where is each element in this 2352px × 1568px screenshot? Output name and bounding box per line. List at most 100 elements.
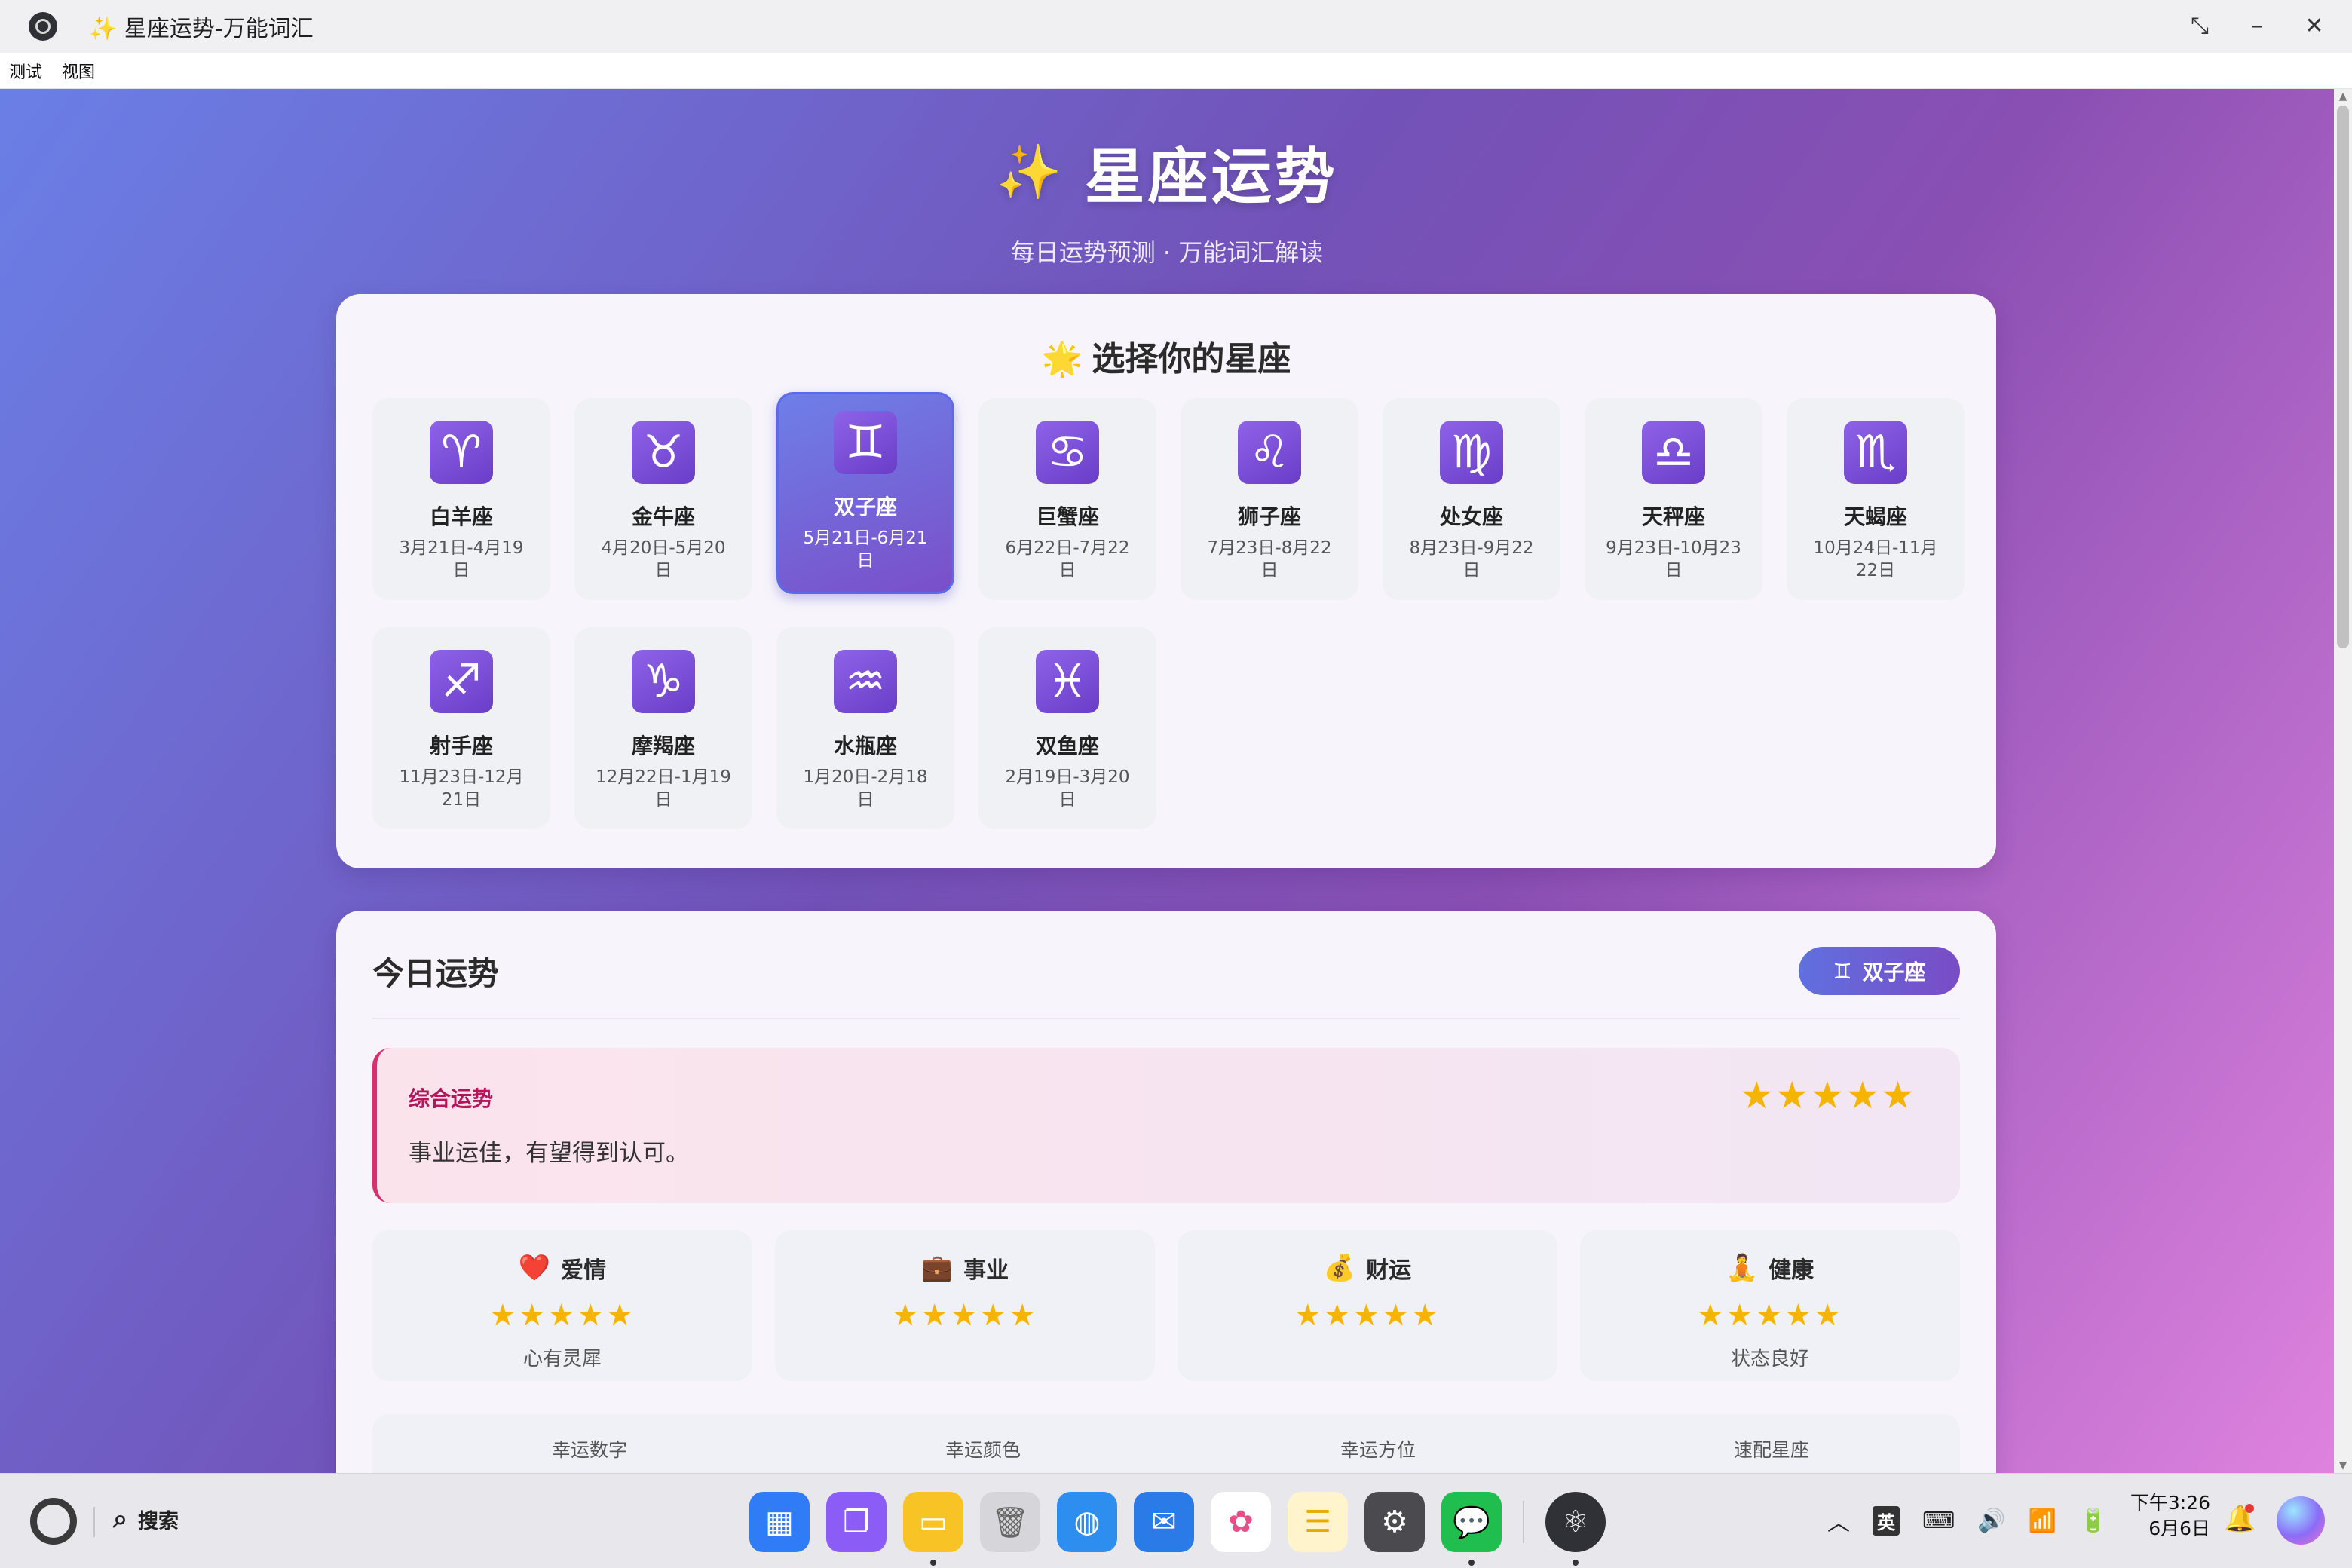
fortune-card: 今日运势 ♊ 双子座 综合运势 事业运佳，有望得到认可。 ★★★★★ ❤️ 爱情 ★… — [336, 911, 1996, 1473]
taskbar-search-label: 搜索 — [138, 1509, 179, 1533]
sign-dates: 10月24日-11月22日 — [1813, 538, 1938, 580]
sign-name: 双子座 — [833, 495, 897, 519]
aspect-star-rating: ★★★★★ — [1696, 1298, 1844, 1333]
aspect-title: ❤️ 爱情 — [372, 1251, 752, 1285]
app-launcher-icon[interactable]: ▦ — [749, 1492, 810, 1552]
sign-dates: 2月19日-3月20日 — [1005, 767, 1130, 810]
sign-dates: 5月21日-6月21日 — [803, 528, 928, 571]
taskbar-search[interactable]: ⌕ 搜索 — [113, 1504, 179, 1534]
clock[interactable]: 下午3:26 6月6日 — [2126, 1490, 2210, 1542]
menu-test[interactable]: 测试 — [9, 59, 42, 83]
lucky-direction-label: 幸运方位 — [1340, 1439, 1416, 1461]
overall-fortune: 综合运势 事业运佳，有望得到认可。 ★★★★★ — [372, 1048, 1960, 1203]
sign-name: 摩羯座 — [631, 733, 695, 758]
zodiac-symbol-icon: ♋ — [1036, 421, 1099, 484]
minimize-icon[interactable]: – — [2246, 15, 2268, 38]
sign-tile[interactable]: ♐ 射手座 11月23日-12月21日 — [372, 627, 550, 829]
sign-dates: 6月22日-7月22日 — [1005, 538, 1130, 580]
aspect-name: 健康 — [1769, 1257, 1815, 1284]
file-manager-icon[interactable]: ▭ — [903, 1492, 963, 1566]
taskbar: ⌕ 搜索 ▦ ❐ ▭ 🗑 ◍ ✉ ✿ ☰ ⚙ 💬 ⚛ ︿ 英 ⌨ 🔊 📶 🔋 下… — [0, 1473, 2352, 1568]
sign-tile[interactable]: ♒ 水瓶座 1月20日-2月18日 — [776, 627, 954, 829]
lucky-color-label: 幸运颜色 — [945, 1439, 1021, 1461]
overall-fortune-label: 综合运势 — [409, 1086, 494, 1111]
lucky-row: 幸运数字 幸运颜色 幸运方位 速配星座 — [372, 1414, 1960, 1473]
sign-tile[interactable]: ♏ 天蝎座 10月24日-11月22日 — [1787, 398, 1965, 600]
sign-name: 射手座 — [429, 733, 493, 758]
electron-app-icon[interactable]: ⚛ — [1545, 1492, 1606, 1566]
sign-tile[interactable]: ♉ 金牛座 4月20日-5月20日 — [574, 398, 752, 600]
close-icon[interactable]: ✕ — [2304, 15, 2325, 38]
divider — [372, 1018, 1960, 1019]
sign-tile[interactable]: ♍ 处女座 8月23日-9月22日 — [1383, 398, 1560, 600]
zodiac-symbol-icon: ♊ — [834, 411, 897, 474]
sign-name: 双鱼座 — [1035, 733, 1099, 758]
sign-tile[interactable]: ♋ 巨蟹座 6月22日-7月22日 — [978, 398, 1156, 600]
assistant-icon[interactable] — [2277, 1496, 2325, 1545]
aspect-star-rating: ★★★★★ — [488, 1298, 636, 1333]
clock-time: 下午3:26 — [2130, 1492, 2210, 1514]
aspect-emoji-icon: ❤️ — [518, 1253, 551, 1283]
aspect-card: 🧘 健康 ★★★★★ 状态良好 — [1580, 1230, 1960, 1381]
wifi-icon[interactable]: 📶 — [2029, 1508, 2056, 1534]
scrollbar[interactable]: ▲ ▼ — [2334, 89, 2352, 1473]
lucky-match: 速配星座 — [1658, 1435, 1885, 1462]
sign-tile[interactable]: ♊ 双子座 5月21日-6月21日 — [776, 392, 954, 594]
page-title-text: 星座运势 — [1084, 142, 1338, 212]
trash-icon[interactable]: 🗑 — [980, 1492, 1040, 1552]
zodiac-symbol-icon: ♉ — [632, 421, 695, 484]
title-bar: ✨ 星座运势-万能词汇 ⤡ – ✕ — [0, 0, 2352, 53]
aspect-star-rating: ★★★★★ — [891, 1298, 1039, 1333]
scroll-up-icon[interactable]: ▲ — [2337, 90, 2349, 103]
zodiac-symbol-icon: ♌ — [1238, 421, 1301, 484]
scrollbar-thumb[interactable] — [2337, 106, 2349, 648]
aspect-title: 🧘 健康 — [1580, 1251, 1960, 1285]
app-logo-icon — [29, 12, 57, 41]
sign-dates: 4月20日-5月20日 — [601, 538, 726, 580]
overall-star-rating: ★★★★★ — [1739, 1073, 1916, 1117]
zodiac-symbol-icon: ♒ — [834, 650, 897, 713]
aspect-card: 💼 事业 ★★★★★ — [775, 1230, 1155, 1381]
mail-icon[interactable]: ✉ — [1134, 1492, 1194, 1552]
sparkle-icon: ✨ — [996, 140, 1065, 203]
sign-tile[interactable]: ♌ 狮子座 7月23日-8月22日 — [1181, 398, 1358, 600]
start-button[interactable] — [30, 1498, 77, 1545]
wechat-icon[interactable]: 💬 — [1441, 1492, 1502, 1566]
restore-icon[interactable]: ⤡ — [2189, 15, 2210, 38]
battery-icon[interactable]: 🔋 — [2079, 1508, 2107, 1534]
sign-dates: 11月23日-12月21日 — [399, 767, 524, 810]
current-sign-badge[interactable]: ♊ 双子座 — [1799, 947, 1960, 995]
scroll-down-icon[interactable]: ▼ — [2337, 1459, 2349, 1472]
page-subtitle: 每日运势预测 · 万能词汇解读 — [1010, 238, 1324, 267]
sign-tile[interactable]: ♈ 白羊座 3月21日-4月19日 — [372, 398, 550, 600]
browser-icon[interactable]: ◍ — [1057, 1492, 1117, 1552]
lucky-color: 幸运颜色 — [870, 1435, 1096, 1462]
multitask-icon[interactable]: ❐ — [826, 1492, 887, 1552]
input-method-indicator[interactable]: 英 — [1873, 1505, 1900, 1536]
aspect-emoji-icon: 💰 — [1323, 1253, 1356, 1283]
menu-view[interactable]: 视图 — [62, 59, 95, 83]
clipboard-icon[interactable]: ⌨ — [1922, 1508, 1955, 1534]
current-sign-label: 双子座 — [1862, 960, 1926, 985]
sign-tile[interactable]: ♑ 摩羯座 12月22日-1月19日 — [574, 627, 752, 829]
search-icon: ⌕ — [113, 1504, 128, 1534]
sign-name: 狮子座 — [1237, 504, 1301, 529]
aspect-card: 💰 财运 ★★★★★ — [1178, 1230, 1557, 1381]
lucky-match-label: 速配星座 — [1733, 1439, 1809, 1461]
volume-icon[interactable]: 🔊 — [1977, 1508, 2005, 1534]
photos-icon[interactable]: ✿ — [1211, 1492, 1271, 1552]
notes-icon[interactable]: ☰ — [1288, 1492, 1348, 1552]
notification-badge — [2245, 1504, 2254, 1513]
sign-tile[interactable]: ♓ 双鱼座 2月19日-3月20日 — [978, 627, 1156, 829]
chevron-up-icon[interactable]: ︿ — [1827, 1504, 1850, 1537]
aspect-emoji-icon: 💼 — [920, 1253, 954, 1283]
sign-selector-title: 🌟 选择你的星座 — [336, 332, 1996, 380]
settings-icon[interactable]: ⚙ — [1364, 1492, 1425, 1552]
sign-tile[interactable]: ♎ 天秤座 9月23日-10月23日 — [1585, 398, 1762, 600]
window-title: ✨ 星座运势-万能词汇 — [89, 16, 314, 42]
zodiac-symbol-icon: ♈ — [430, 421, 493, 484]
sign-dates: 9月23日-10月23日 — [1606, 538, 1741, 580]
sign-selector-title-text: 选择你的星座 — [1092, 340, 1291, 378]
aspect-title: 💼 事业 — [775, 1251, 1155, 1285]
hero: ✨ 星座运势 每日运势预测 · 万能词汇解读 — [0, 128, 2334, 268]
